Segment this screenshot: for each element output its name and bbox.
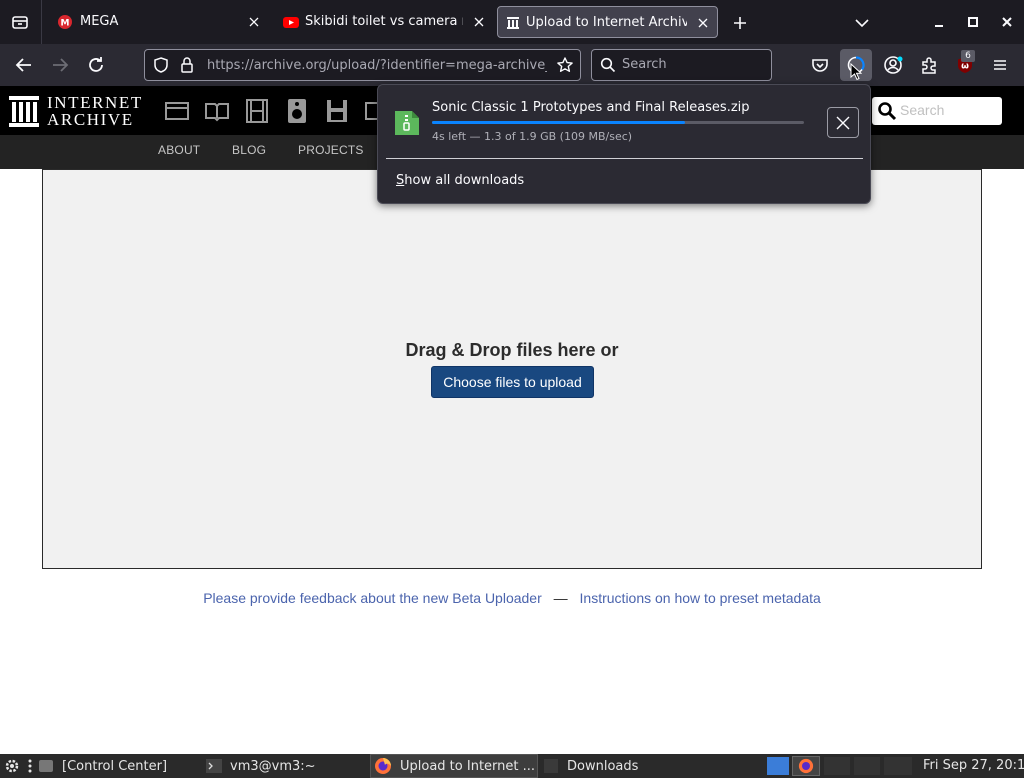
ia-search-placeholder: Search — [900, 102, 945, 118]
mouse-cursor-icon — [850, 63, 862, 81]
clock[interactable]: Fri Sep 27, 20:16 — [923, 758, 1024, 773]
tab-title: Skibidi toilet vs camera man — [305, 14, 463, 29]
terminal-label: vm3@vm3:~ — [230, 758, 316, 774]
youtube-favicon-icon — [283, 15, 299, 29]
tab-title: MEGA — [80, 14, 119, 29]
close-tab-icon[interactable] — [471, 14, 487, 30]
hamburger-menu-icon[interactable] — [988, 53, 1012, 77]
texts-book-icon[interactable] — [204, 99, 230, 123]
url-text[interactable]: https://archive.org/upload/?identifier=m… — [207, 58, 547, 73]
download-status: 4s left — 1.3 of 1.9 GB (109 MB/sec) — [432, 130, 633, 143]
web-archive-icon[interactable] — [164, 99, 190, 123]
bookmark-star-icon[interactable] — [556, 56, 574, 74]
download-progress-bar — [432, 121, 804, 124]
taskbar-control-center[interactable]: [Control Center] — [38, 754, 198, 778]
list-all-tabs-chevron-down-icon[interactable] — [853, 14, 871, 32]
url-host: https://archive.org — [207, 58, 327, 73]
feedback-links: Please provide feedback about the new Be… — [0, 590, 1024, 606]
downloads-window-icon — [543, 758, 559, 774]
lock-icon[interactable] — [179, 56, 195, 74]
archive-favicon-icon — [506, 16, 520, 30]
terminal-icon — [206, 759, 222, 773]
drop-prompt: Drag & Drop files here or — [405, 340, 619, 360]
tab-upload-internet-archive[interactable]: Upload to Internet Archive — [497, 6, 718, 38]
extensions-puzzle-icon[interactable] — [917, 53, 941, 77]
url-path: /upload/?identifier=mega-archive_2 — [326, 58, 547, 73]
tracking-protection-shield-icon[interactable] — [152, 56, 170, 74]
cancel-download-button[interactable] — [827, 107, 859, 138]
new-tab-icon[interactable] — [731, 14, 749, 32]
close-window-icon[interactable] — [1000, 15, 1014, 29]
ia-logo[interactable]: INTERNET ARCHIVE — [9, 93, 149, 129]
firefox-window-label: Upload to Internet ... — [400, 758, 536, 774]
download-file-name: Sonic Classic 1 Prototypes and Final Rel… — [432, 100, 750, 115]
tab-title: Upload to Internet Archive — [526, 15, 687, 30]
settings-gear-icon[interactable] — [4, 758, 20, 774]
ublock-badge: 6 — [961, 50, 975, 62]
choose-files-button[interactable]: Choose files to upload — [431, 366, 594, 398]
audio-speaker-icon[interactable] — [285, 98, 309, 124]
pocket-icon[interactable] — [808, 53, 832, 77]
mega-favicon-icon: M — [58, 15, 72, 29]
workspace-4-icon[interactable] — [854, 757, 880, 775]
system-taskbar: [Control Center] vm3@vm3:~ Upload to Int… — [0, 754, 1024, 778]
account-icon[interactable] — [881, 53, 905, 77]
workspace-3-icon[interactable] — [824, 757, 850, 775]
search-bar[interactable]: Search — [591, 49, 772, 81]
close-tab-icon[interactable] — [695, 15, 711, 31]
maximize-icon[interactable] — [966, 15, 980, 29]
ia-search-input[interactable]: Search — [872, 97, 1002, 125]
back-arrow-icon[interactable] — [12, 53, 36, 77]
workspace-5-icon[interactable] — [884, 757, 912, 775]
downloads-window-label: Downloads — [567, 758, 639, 774]
tab-strip: M MEGA Skibidi toilet vs camera man Uplo… — [0, 0, 1024, 44]
nav-blog-link[interactable]: BLOG — [232, 143, 266, 157]
tab-list-icon[interactable] — [10, 12, 30, 32]
minimize-icon[interactable] — [932, 16, 946, 30]
taskbar-downloads-window[interactable]: Downloads — [543, 754, 693, 778]
tab-skibidi[interactable]: Skibidi toilet vs camera man — [269, 6, 493, 38]
navigation-toolbar: https://archive.org/upload/?identifier=m… — [0, 44, 1024, 86]
svg-text:M: M — [61, 19, 70, 29]
show-all-downloads-button[interactable]: Show all downloads — [396, 173, 524, 188]
taskbar-firefox-window[interactable]: Upload to Internet ... — [370, 754, 538, 778]
nav-about-link[interactable]: ABOUT — [158, 143, 200, 157]
nav-projects-link[interactable]: PROJECTS — [298, 143, 364, 157]
feedback-separator: — — [553, 590, 568, 606]
taskbar-terminal[interactable]: vm3@vm3:~ — [206, 754, 356, 778]
close-icon — [835, 115, 851, 131]
beta-feedback-link[interactable]: Please provide feedback about the new Be… — [203, 590, 542, 606]
address-bar[interactable]: https://archive.org/upload/?identifier=m… — [144, 49, 581, 81]
ia-search-icon — [877, 101, 897, 121]
control-center-icon — [38, 758, 54, 774]
workspace-1-icon[interactable] — [767, 757, 789, 775]
ia-logo-text-line2: ARCHIVE — [47, 110, 134, 129]
search-placeholder: Search — [622, 57, 667, 72]
firefox-icon — [374, 757, 392, 775]
tab-mega[interactable]: M MEGA — [44, 6, 268, 38]
close-tab-icon[interactable] — [246, 14, 262, 30]
svg-text:ω: ω — [961, 62, 969, 72]
reload-icon[interactable] — [84, 53, 108, 77]
control-center-label: [Control Center] — [62, 758, 168, 774]
downloads-panel: Sonic Classic 1 Prototypes and Final Rel… — [377, 84, 871, 204]
file-drop-zone[interactable]: Drag & Drop files here or Choose files t… — [42, 169, 982, 569]
forward-arrow-icon[interactable] — [48, 53, 72, 77]
show-all-label: how all downloads — [404, 173, 525, 188]
menu-dots-icon[interactable] — [27, 758, 33, 774]
software-floppy-icon[interactable] — [325, 98, 349, 124]
preset-metadata-link[interactable]: Instructions on how to preset metadata — [580, 590, 821, 606]
downloads-button[interactable] — [840, 49, 872, 81]
video-film-icon[interactable] — [244, 98, 270, 124]
tab-divider — [41, 0, 42, 44]
zip-file-icon — [393, 109, 421, 137]
images-icon[interactable] — [364, 99, 378, 123]
ia-temple-logo-icon — [9, 95, 39, 127]
download-progress-fill — [432, 121, 685, 124]
workspace-2-firefox-icon[interactable] — [792, 756, 820, 776]
search-icon — [600, 57, 616, 73]
panel-divider — [386, 158, 863, 159]
